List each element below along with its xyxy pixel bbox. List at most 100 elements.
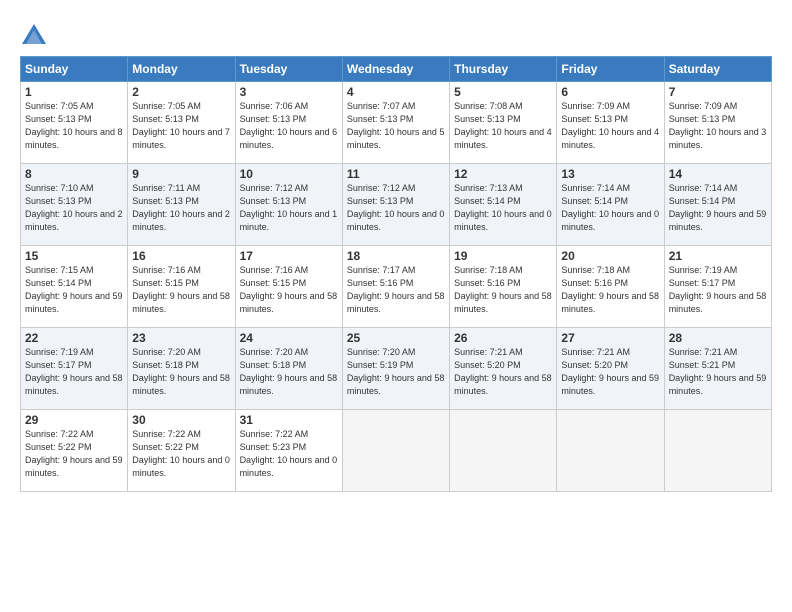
day-info: Sunrise: 7:18 AMSunset: 5:16 PMDaylight:… [561,265,659,314]
day-number: 28 [669,331,767,345]
day-number: 16 [132,249,230,263]
calendar-cell: 31 Sunrise: 7:22 AMSunset: 5:23 PMDaylig… [235,410,342,492]
header-friday: Friday [557,57,664,82]
day-info: Sunrise: 7:22 AMSunset: 5:23 PMDaylight:… [240,429,338,478]
logo-icon [20,22,48,50]
day-number: 10 [240,167,338,181]
header-monday: Monday [128,57,235,82]
calendar-cell: 18 Sunrise: 7:17 AMSunset: 5:16 PMDaylig… [342,246,449,328]
logo [20,22,52,50]
calendar-cell: 11 Sunrise: 7:12 AMSunset: 5:13 PMDaylig… [342,164,449,246]
week-row-4: 22 Sunrise: 7:19 AMSunset: 5:17 PMDaylig… [21,328,772,410]
day-number: 4 [347,85,445,99]
day-number: 5 [454,85,552,99]
calendar-cell: 27 Sunrise: 7:21 AMSunset: 5:20 PMDaylig… [557,328,664,410]
calendar-cell: 22 Sunrise: 7:19 AMSunset: 5:17 PMDaylig… [21,328,128,410]
day-number: 21 [669,249,767,263]
day-number: 3 [240,85,338,99]
day-info: Sunrise: 7:20 AMSunset: 5:18 PMDaylight:… [240,347,338,396]
calendar-cell: 19 Sunrise: 7:18 AMSunset: 5:16 PMDaylig… [450,246,557,328]
calendar-cell: 24 Sunrise: 7:20 AMSunset: 5:18 PMDaylig… [235,328,342,410]
day-info: Sunrise: 7:10 AMSunset: 5:13 PMDaylight:… [25,183,123,232]
day-number: 12 [454,167,552,181]
day-number: 23 [132,331,230,345]
day-number: 25 [347,331,445,345]
header-wednesday: Wednesday [342,57,449,82]
calendar-cell: 13 Sunrise: 7:14 AMSunset: 5:14 PMDaylig… [557,164,664,246]
header [20,18,772,50]
calendar-cell: 7 Sunrise: 7:09 AMSunset: 5:13 PMDayligh… [664,82,771,164]
day-number: 26 [454,331,552,345]
calendar-header-row: SundayMondayTuesdayWednesdayThursdayFrid… [21,57,772,82]
day-info: Sunrise: 7:15 AMSunset: 5:14 PMDaylight:… [25,265,123,314]
day-info: Sunrise: 7:19 AMSunset: 5:17 PMDaylight:… [669,265,767,314]
calendar-cell [450,410,557,492]
day-info: Sunrise: 7:12 AMSunset: 5:13 PMDaylight:… [240,183,338,232]
day-info: Sunrise: 7:09 AMSunset: 5:13 PMDaylight:… [561,101,659,150]
calendar-cell: 12 Sunrise: 7:13 AMSunset: 5:14 PMDaylig… [450,164,557,246]
calendar-cell: 16 Sunrise: 7:16 AMSunset: 5:15 PMDaylig… [128,246,235,328]
calendar-cell: 20 Sunrise: 7:18 AMSunset: 5:16 PMDaylig… [557,246,664,328]
calendar-cell: 3 Sunrise: 7:06 AMSunset: 5:13 PMDayligh… [235,82,342,164]
header-tuesday: Tuesday [235,57,342,82]
day-number: 8 [25,167,123,181]
day-info: Sunrise: 7:17 AMSunset: 5:16 PMDaylight:… [347,265,445,314]
day-number: 30 [132,413,230,427]
day-number: 9 [132,167,230,181]
calendar-table: SundayMondayTuesdayWednesdayThursdayFrid… [20,56,772,492]
day-info: Sunrise: 7:13 AMSunset: 5:14 PMDaylight:… [454,183,552,232]
header-sunday: Sunday [21,57,128,82]
day-number: 2 [132,85,230,99]
calendar-cell: 29 Sunrise: 7:22 AMSunset: 5:22 PMDaylig… [21,410,128,492]
calendar-cell: 30 Sunrise: 7:22 AMSunset: 5:22 PMDaylig… [128,410,235,492]
day-info: Sunrise: 7:21 AMSunset: 5:21 PMDaylight:… [669,347,767,396]
day-info: Sunrise: 7:09 AMSunset: 5:13 PMDaylight:… [669,101,767,150]
day-number: 27 [561,331,659,345]
day-number: 24 [240,331,338,345]
day-number: 20 [561,249,659,263]
calendar-cell: 2 Sunrise: 7:05 AMSunset: 5:13 PMDayligh… [128,82,235,164]
calendar-cell: 8 Sunrise: 7:10 AMSunset: 5:13 PMDayligh… [21,164,128,246]
day-number: 6 [561,85,659,99]
day-info: Sunrise: 7:05 AMSunset: 5:13 PMDaylight:… [132,101,230,150]
calendar-cell [342,410,449,492]
day-number: 29 [25,413,123,427]
day-info: Sunrise: 7:22 AMSunset: 5:22 PMDaylight:… [25,429,123,478]
week-row-1: 1 Sunrise: 7:05 AMSunset: 5:13 PMDayligh… [21,82,772,164]
day-number: 31 [240,413,338,427]
day-info: Sunrise: 7:19 AMSunset: 5:17 PMDaylight:… [25,347,123,396]
calendar-cell: 6 Sunrise: 7:09 AMSunset: 5:13 PMDayligh… [557,82,664,164]
calendar-cell [664,410,771,492]
page: SundayMondayTuesdayWednesdayThursdayFrid… [0,0,792,612]
header-thursday: Thursday [450,57,557,82]
day-number: 19 [454,249,552,263]
day-info: Sunrise: 7:05 AMSunset: 5:13 PMDaylight:… [25,101,123,150]
week-row-5: 29 Sunrise: 7:22 AMSunset: 5:22 PMDaylig… [21,410,772,492]
day-info: Sunrise: 7:18 AMSunset: 5:16 PMDaylight:… [454,265,552,314]
day-info: Sunrise: 7:14 AMSunset: 5:14 PMDaylight:… [561,183,659,232]
day-info: Sunrise: 7:11 AMSunset: 5:13 PMDaylight:… [132,183,230,232]
day-info: Sunrise: 7:21 AMSunset: 5:20 PMDaylight:… [454,347,552,396]
calendar-cell: 9 Sunrise: 7:11 AMSunset: 5:13 PMDayligh… [128,164,235,246]
calendar-cell: 28 Sunrise: 7:21 AMSunset: 5:21 PMDaylig… [664,328,771,410]
calendar-cell: 21 Sunrise: 7:19 AMSunset: 5:17 PMDaylig… [664,246,771,328]
day-number: 1 [25,85,123,99]
day-number: 18 [347,249,445,263]
day-info: Sunrise: 7:12 AMSunset: 5:13 PMDaylight:… [347,183,445,232]
day-number: 22 [25,331,123,345]
calendar-cell: 23 Sunrise: 7:20 AMSunset: 5:18 PMDaylig… [128,328,235,410]
day-info: Sunrise: 7:20 AMSunset: 5:19 PMDaylight:… [347,347,445,396]
week-row-2: 8 Sunrise: 7:10 AMSunset: 5:13 PMDayligh… [21,164,772,246]
day-number: 13 [561,167,659,181]
day-number: 7 [669,85,767,99]
calendar-cell: 1 Sunrise: 7:05 AMSunset: 5:13 PMDayligh… [21,82,128,164]
day-info: Sunrise: 7:07 AMSunset: 5:13 PMDaylight:… [347,101,445,150]
calendar-cell: 14 Sunrise: 7:14 AMSunset: 5:14 PMDaylig… [664,164,771,246]
calendar-cell: 17 Sunrise: 7:16 AMSunset: 5:15 PMDaylig… [235,246,342,328]
header-saturday: Saturday [664,57,771,82]
calendar-cell [557,410,664,492]
day-info: Sunrise: 7:14 AMSunset: 5:14 PMDaylight:… [669,183,767,232]
calendar-cell: 5 Sunrise: 7:08 AMSunset: 5:13 PMDayligh… [450,82,557,164]
day-info: Sunrise: 7:06 AMSunset: 5:13 PMDaylight:… [240,101,338,150]
week-row-3: 15 Sunrise: 7:15 AMSunset: 5:14 PMDaylig… [21,246,772,328]
